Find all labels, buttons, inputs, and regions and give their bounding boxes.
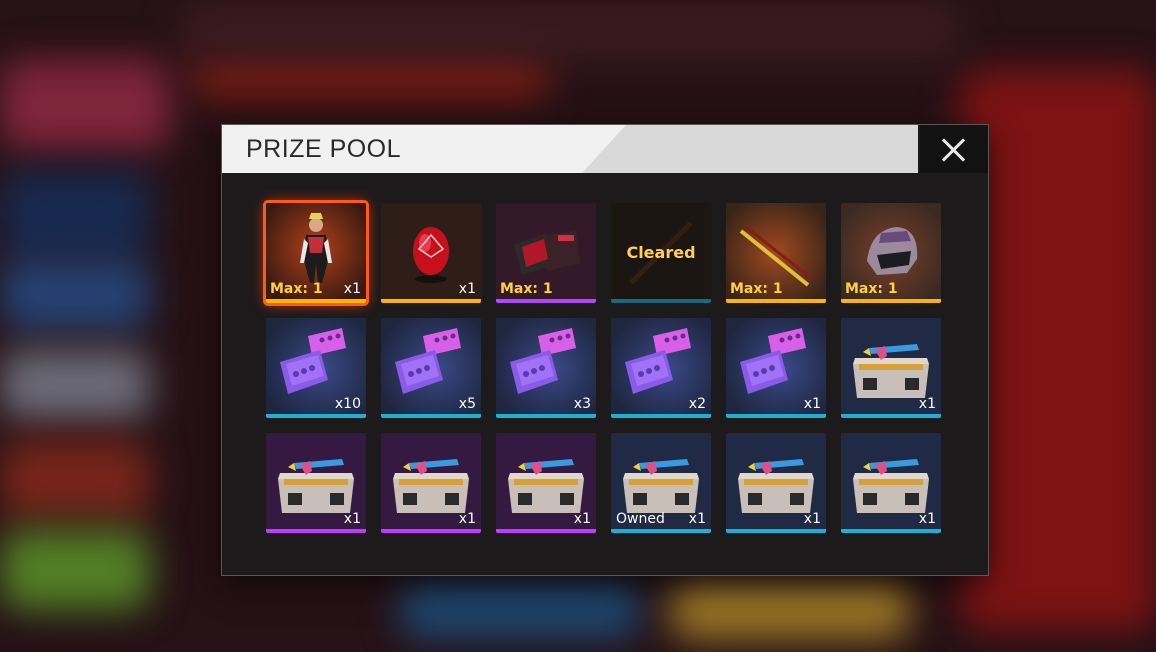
quantity-label: x1: [918, 396, 936, 412]
prize-tile[interactable]: x1: [496, 433, 596, 533]
prize-tile[interactable]: Cleared: [611, 203, 711, 303]
prize-tile[interactable]: x2: [611, 318, 711, 418]
prize-tile[interactable]: x3: [496, 318, 596, 418]
prize-grid: Max: 1 x1 x1 Max: 1 Cleared Max: 1 Max: 1 x10 x5…: [263, 200, 944, 533]
prize-tile[interactable]: x1: [841, 433, 941, 533]
rarity-bar: [496, 299, 596, 303]
quantity-label: x1: [688, 511, 706, 527]
prize-tile[interactable]: x1: [726, 433, 826, 533]
prize-tile[interactable]: x10: [266, 318, 366, 418]
prize-tile[interactable]: x1: [841, 318, 941, 418]
max-label: Max: 1: [270, 281, 323, 297]
quantity-label: x10: [334, 396, 361, 412]
rarity-bar: [266, 299, 366, 303]
quantity-label: x2: [688, 396, 706, 412]
prize-tile[interactable]: Max: 1: [496, 203, 596, 303]
rarity-bar: [726, 299, 826, 303]
prize-tile[interactable]: x1: [726, 318, 826, 418]
quantity-label: x1: [343, 281, 361, 297]
cleared-label: Cleared: [626, 243, 696, 262]
prize-tile[interactable]: x1: [381, 433, 481, 533]
quantity-label: x5: [458, 396, 476, 412]
rarity-bar: [496, 414, 596, 418]
quantity-label: x1: [803, 396, 821, 412]
prize-pool-modal: PRIZE POOL Max: 1 x1 x1 Max: 1 Cleared Max: 1…: [222, 125, 988, 575]
rarity-bar: [611, 529, 711, 533]
rarity-bar: [611, 299, 711, 303]
header-hazard-stripe: [222, 173, 918, 178]
rarity-bar: [496, 529, 596, 533]
quantity-label: x1: [458, 511, 476, 527]
rarity-bar: [611, 414, 711, 418]
quantity-label: x1: [918, 511, 936, 527]
prize-tile[interactable]: Max: 1 x1: [263, 200, 369, 306]
close-button[interactable]: [920, 125, 988, 173]
prize-tile[interactable]: x5: [381, 318, 481, 418]
rarity-bar: [266, 529, 366, 533]
quantity-label: x1: [803, 511, 821, 527]
rarity-bar: [726, 529, 826, 533]
modal-header: PRIZE POOL: [222, 125, 918, 173]
quantity-label: x1: [458, 281, 476, 297]
prize-tile[interactable]: x1: [266, 433, 366, 533]
prize-tile[interactable]: Owned x1: [611, 433, 711, 533]
rarity-bar: [381, 529, 481, 533]
prize-tile[interactable]: x1: [381, 203, 481, 303]
owned-label: Owned: [616, 511, 665, 527]
rarity-bar: [726, 414, 826, 418]
rarity-bar: [841, 529, 941, 533]
rarity-bar: [841, 414, 941, 418]
prize-tile[interactable]: Max: 1: [841, 203, 941, 303]
header-decoration: [582, 125, 918, 173]
max-label: Max: 1: [500, 281, 553, 297]
rarity-bar: [841, 299, 941, 303]
max-label: Max: 1: [845, 281, 898, 297]
quantity-label: x1: [573, 511, 591, 527]
quantity-label: x1: [343, 511, 361, 527]
modal-title: PRIZE POOL: [246, 135, 402, 163]
max-label: Max: 1: [730, 281, 783, 297]
rarity-bar: [381, 414, 481, 418]
prize-tile[interactable]: Max: 1: [726, 203, 826, 303]
rarity-bar: [266, 414, 366, 418]
quantity-label: x3: [573, 396, 591, 412]
rarity-bar: [381, 299, 481, 303]
